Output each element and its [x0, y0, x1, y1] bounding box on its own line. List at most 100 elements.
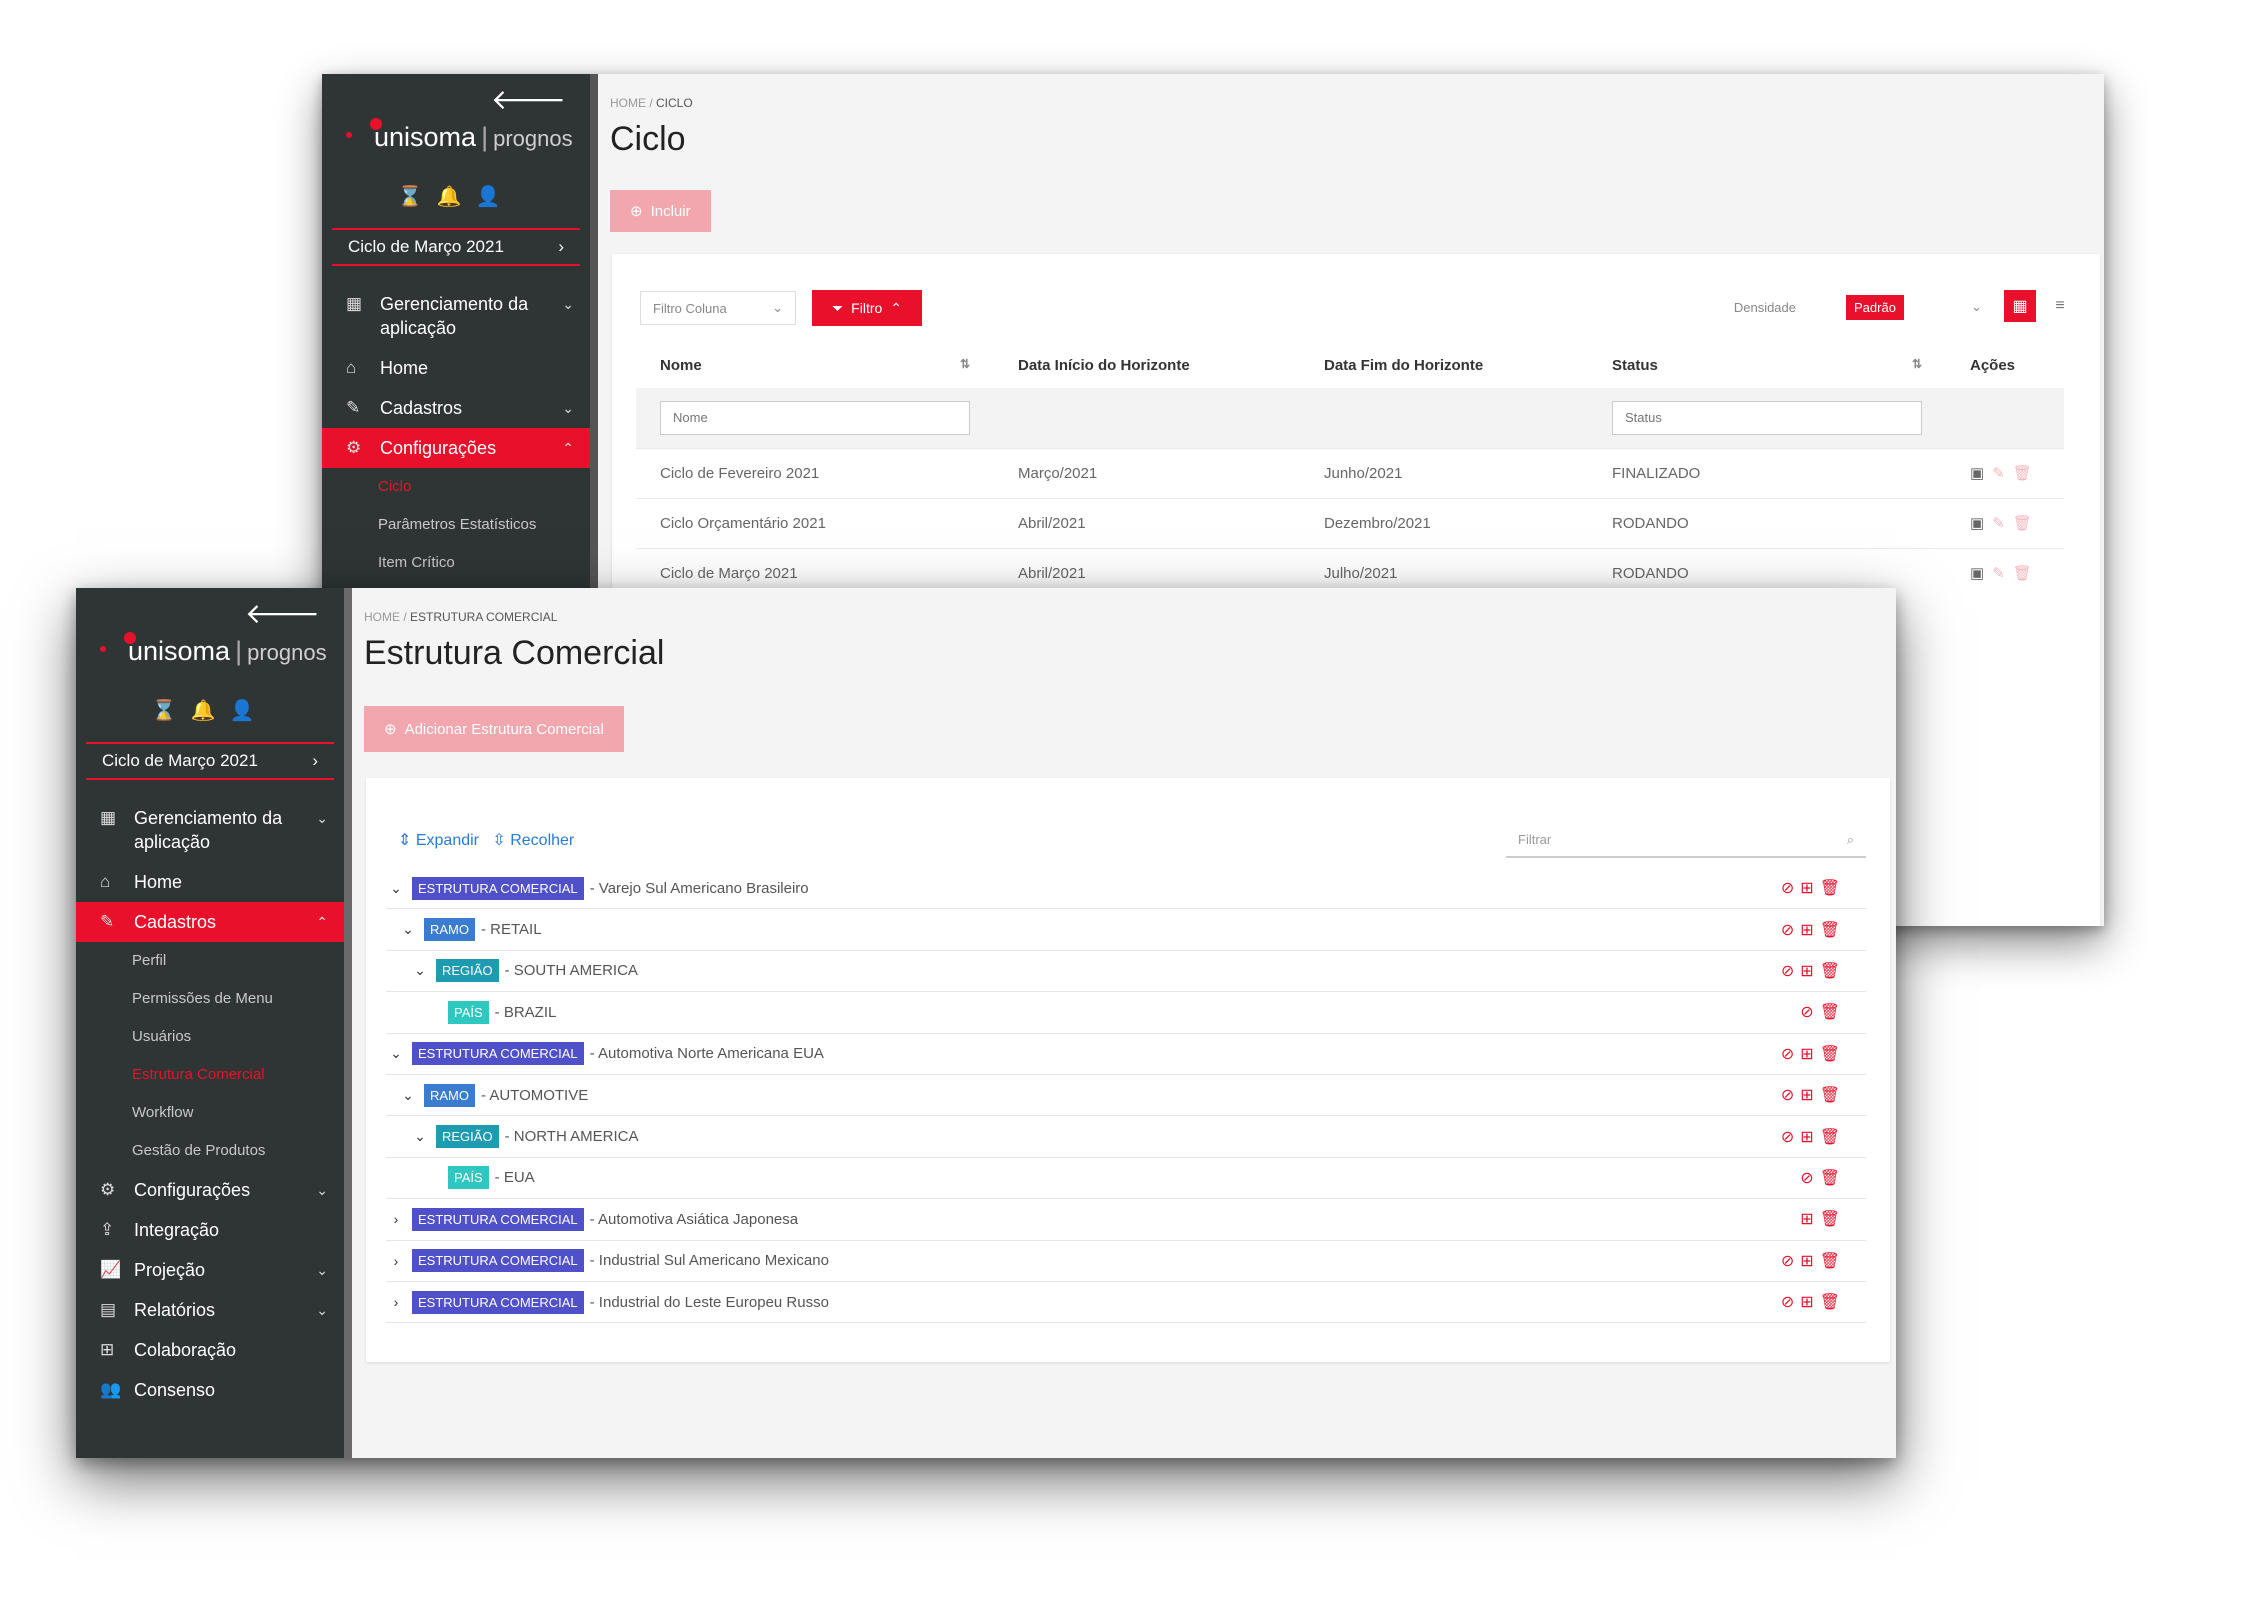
hourglass-icon[interactable]: ⌛ [152, 700, 191, 722]
cycle-selector[interactable]: Ciclo de Março 2021 › [86, 742, 334, 780]
sidebar-subitem-estrutura-comercial[interactable]: Estrutura Comercial [76, 1056, 344, 1094]
block-icon[interactable]: ⊘ [1781, 880, 1800, 897]
tree-row[interactable]: ⌄ RAMO - RETAIL ⊘⊞🗑 [386, 909, 1866, 951]
block-icon[interactable]: ⊘ [1800, 1170, 1819, 1187]
list-view-icon[interactable]: ≡ [2044, 290, 2076, 322]
trash-icon[interactable]: 🗑 [1820, 1211, 1846, 1228]
toggle-chevron-icon[interactable]: ⌄ [398, 1087, 418, 1104]
sidebar-item-colaboracao[interactable]: ⊞ Colaboração [76, 1330, 344, 1370]
expand-link[interactable]: ⇕ Expandir [398, 832, 479, 849]
pencil-icon[interactable]: ✎ [1992, 515, 2013, 532]
add-child-icon[interactable]: ⊞ [1800, 1211, 1819, 1228]
sidebar-item-gerenciamento[interactable]: ▦ Gerenciamento da aplicação ⌄ [322, 284, 590, 348]
hourglass-icon[interactable]: ⌛ [398, 186, 437, 208]
sidebar-item-cadastros[interactable]: ✎ Cadastros ⌃ [76, 902, 344, 942]
sidebar-item-consenso[interactable]: 👥 Consenso [76, 1370, 344, 1410]
tree-row[interactable]: ⌄ REGIÃO - SOUTH AMERICA ⊘⊞🗑 [386, 951, 1866, 993]
block-icon[interactable]: ⊘ [1781, 922, 1800, 939]
tree-filter-input[interactable]: Filtrar ⌕ [1506, 822, 1866, 858]
column-header-status[interactable]: Status ⇅ [1588, 342, 1946, 388]
tree-row[interactable]: › ESTRUTURA COMERCIAL - Automotiva Asiátic… [386, 1199, 1866, 1241]
trash-icon[interactable]: 🗑 [2013, 515, 2040, 532]
table-row[interactable]: Ciclo de Fevereiro 2021 Março/2021 Junho… [636, 447, 2064, 498]
add-ciclo-button[interactable]: ⊕ Incluir [610, 190, 711, 232]
bell-icon[interactable]: 🔔 [191, 700, 230, 722]
sidebar-item-configuracoes[interactable]: ⚙ Configurações ⌄ [76, 1170, 344, 1210]
tree-row[interactable]: ⌄ ESTRUTURA COMERCIAL - Varejo Sul America… [386, 868, 1866, 910]
arrow-left-icon[interactable]: 🡐 [491, 82, 566, 116]
breadcrumb-home[interactable]: HOME [364, 610, 400, 624]
density-select[interactable]: Padrão ⌄ [1846, 290, 1982, 324]
sidebar-item-home[interactable]: ⌂ Home [76, 862, 344, 902]
sidebar-subitem-gestao-produtos[interactable]: Gestão de Produtos [76, 1132, 344, 1170]
trash-icon[interactable]: 🗑 [1820, 1004, 1846, 1021]
tree-row[interactable]: › ESTRUTURA COMERCIAL - Industrial Sul Ame… [386, 1241, 1866, 1282]
add-child-icon[interactable]: ⊞ [1800, 880, 1819, 897]
calendar-icon[interactable]: ▣ [1970, 565, 1992, 582]
trash-icon[interactable]: 🗑 [1820, 1087, 1846, 1104]
add-child-icon[interactable]: ⊞ [1800, 1046, 1819, 1063]
arrow-left-icon[interactable]: 🡐 [245, 596, 320, 630]
tree-row[interactable]: ⌄ REGIÃO - NORTH AMERICA ⊘⊞🗑 [386, 1116, 1866, 1158]
trash-icon[interactable]: 🗑 [1820, 1170, 1846, 1187]
tree-row[interactable]: › ESTRUTURA COMERCIAL - Industrial do Lest… [386, 1282, 1866, 1324]
block-icon[interactable]: ⊘ [1800, 1004, 1819, 1021]
add-child-icon[interactable]: ⊞ [1800, 1253, 1819, 1270]
add-estrutura-button[interactable]: ⊕ Adicionar Estrutura Comercial [364, 706, 624, 752]
sidebar-subitem-ciclo[interactable]: Ciclo [322, 468, 590, 506]
block-icon[interactable]: ⊘ [1781, 1129, 1800, 1146]
cycle-selector[interactable]: Ciclo de Março 2021 › [332, 228, 580, 266]
block-icon[interactable]: ⊘ [1781, 1046, 1800, 1063]
trash-icon[interactable]: 🗑 [1820, 1294, 1846, 1311]
sidebar-scrollbar[interactable] [344, 588, 352, 1458]
toggle-chevron-icon[interactable]: › [386, 1253, 406, 1269]
breadcrumb-home[interactable]: HOME [610, 96, 646, 110]
pencil-icon[interactable]: ✎ [1992, 465, 2013, 482]
sidebar-item-configuracoes[interactable]: ⚙ Configurações ⌃ [322, 428, 590, 468]
block-icon[interactable]: ⊘ [1781, 1294, 1800, 1311]
trash-icon[interactable]: 🗑 [2013, 565, 2040, 582]
sidebar-item-home[interactable]: ⌂ Home [322, 348, 590, 388]
toggle-chevron-icon[interactable]: › [386, 1294, 406, 1310]
trash-icon[interactable]: 🗑 [1820, 1129, 1846, 1146]
sidebar-item-relatorios[interactable]: ▤ Relatórios ⌄ [76, 1290, 344, 1330]
trash-icon[interactable]: 🗑 [1820, 922, 1846, 939]
sidebar-subitem-perfil[interactable]: Perfil [76, 942, 344, 980]
sidebar-subitem-usuarios[interactable]: Usuários [76, 1018, 344, 1056]
trash-icon[interactable]: 🗑 [1820, 1253, 1846, 1270]
trash-icon[interactable]: 🗑 [1820, 880, 1846, 897]
add-child-icon[interactable]: ⊞ [1800, 1087, 1819, 1104]
trash-icon[interactable]: 🗑 [1820, 963, 1846, 980]
calendar-icon[interactable]: ▣ [1970, 465, 1992, 482]
add-child-icon[interactable]: ⊞ [1800, 922, 1819, 939]
add-child-icon[interactable]: ⊞ [1800, 963, 1819, 980]
column-header-nome[interactable]: Nome ⇅ [636, 342, 994, 388]
column-filter-select[interactable]: Filtro Coluna ⌄ [640, 291, 796, 325]
add-child-icon[interactable]: ⊞ [1800, 1129, 1819, 1146]
trash-icon[interactable]: 🗑 [2013, 465, 2040, 482]
user-icon[interactable]: 👤 [229, 700, 268, 722]
block-icon[interactable]: ⊘ [1781, 1087, 1800, 1104]
filter-button[interactable]: ⏷ Filtro ⌃ [812, 290, 922, 326]
name-filter-input[interactable] [660, 400, 970, 435]
sidebar-item-integracao[interactable]: ⇪ Integração [76, 1210, 344, 1250]
calendar-icon[interactable]: ▣ [1970, 515, 1992, 532]
toggle-chevron-icon[interactable]: ⌄ [398, 921, 418, 938]
toggle-chevron-icon[interactable]: ⌄ [386, 880, 406, 897]
block-icon[interactable]: ⊘ [1781, 1253, 1800, 1270]
pencil-icon[interactable]: ✎ [1992, 565, 2013, 582]
sidebar-subitem-item-critico[interactable]: Item Crítico [322, 544, 590, 582]
block-icon[interactable]: ⊘ [1781, 963, 1800, 980]
toggle-chevron-icon[interactable]: ⌄ [410, 1128, 430, 1145]
tree-row[interactable]: ⌄ ESTRUTURA COMERCIAL - Automotiva Norte A… [386, 1034, 1866, 1075]
add-child-icon[interactable]: ⊞ [1800, 1294, 1819, 1311]
collapse-link[interactable]: ⇳ Recolher [492, 832, 574, 849]
sidebar-item-cadastros[interactable]: ✎ Cadastros ⌄ [322, 388, 590, 428]
sidebar-item-projecao[interactable]: 📈 Projeção ⌄ [76, 1250, 344, 1290]
tree-row[interactable]: PAÍS - EUA ⊘🗑 [386, 1158, 1866, 1200]
sidebar-subitem-parametros[interactable]: Parâmetros Estatísticos [322, 506, 590, 544]
grid-view-icon[interactable]: ▦ [2004, 290, 2036, 322]
sidebar-subitem-workflow[interactable]: Workflow [76, 1094, 344, 1132]
toggle-chevron-icon[interactable]: ⌄ [386, 1045, 406, 1062]
trash-icon[interactable]: 🗑 [1820, 1046, 1846, 1063]
